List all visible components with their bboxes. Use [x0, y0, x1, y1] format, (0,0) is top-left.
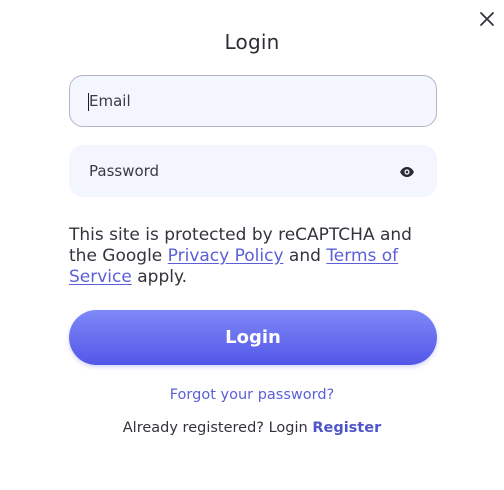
login-button[interactable]: Login: [69, 310, 437, 365]
dialog-title: Login: [224, 30, 280, 54]
password-field-wrapper: [69, 145, 437, 197]
register-link[interactable]: Register: [312, 420, 381, 436]
show-password-button[interactable]: [398, 163, 416, 181]
notice-suffix: apply.: [131, 267, 188, 287]
login-dialog: Login This site is protected by reCAPTCH…: [0, 0, 504, 490]
recaptcha-notice: This site is protected by reCAPTCHA and …: [69, 225, 439, 288]
close-icon: [480, 12, 494, 26]
eye-icon: [400, 167, 414, 177]
password-field[interactable]: [70, 146, 436, 196]
close-button[interactable]: [474, 6, 500, 32]
register-prompt-text: Already registered? Login: [122, 420, 313, 436]
forgot-password-link[interactable]: Forgot your password?: [0, 387, 504, 403]
register-prompt: Already registered? Login Register: [0, 420, 504, 436]
email-field-wrapper: [69, 75, 437, 127]
privacy-policy-link[interactable]: Privacy Policy: [168, 246, 284, 266]
text-caret: [88, 93, 89, 111]
email-field[interactable]: [70, 76, 436, 126]
notice-middle: and: [283, 246, 327, 266]
